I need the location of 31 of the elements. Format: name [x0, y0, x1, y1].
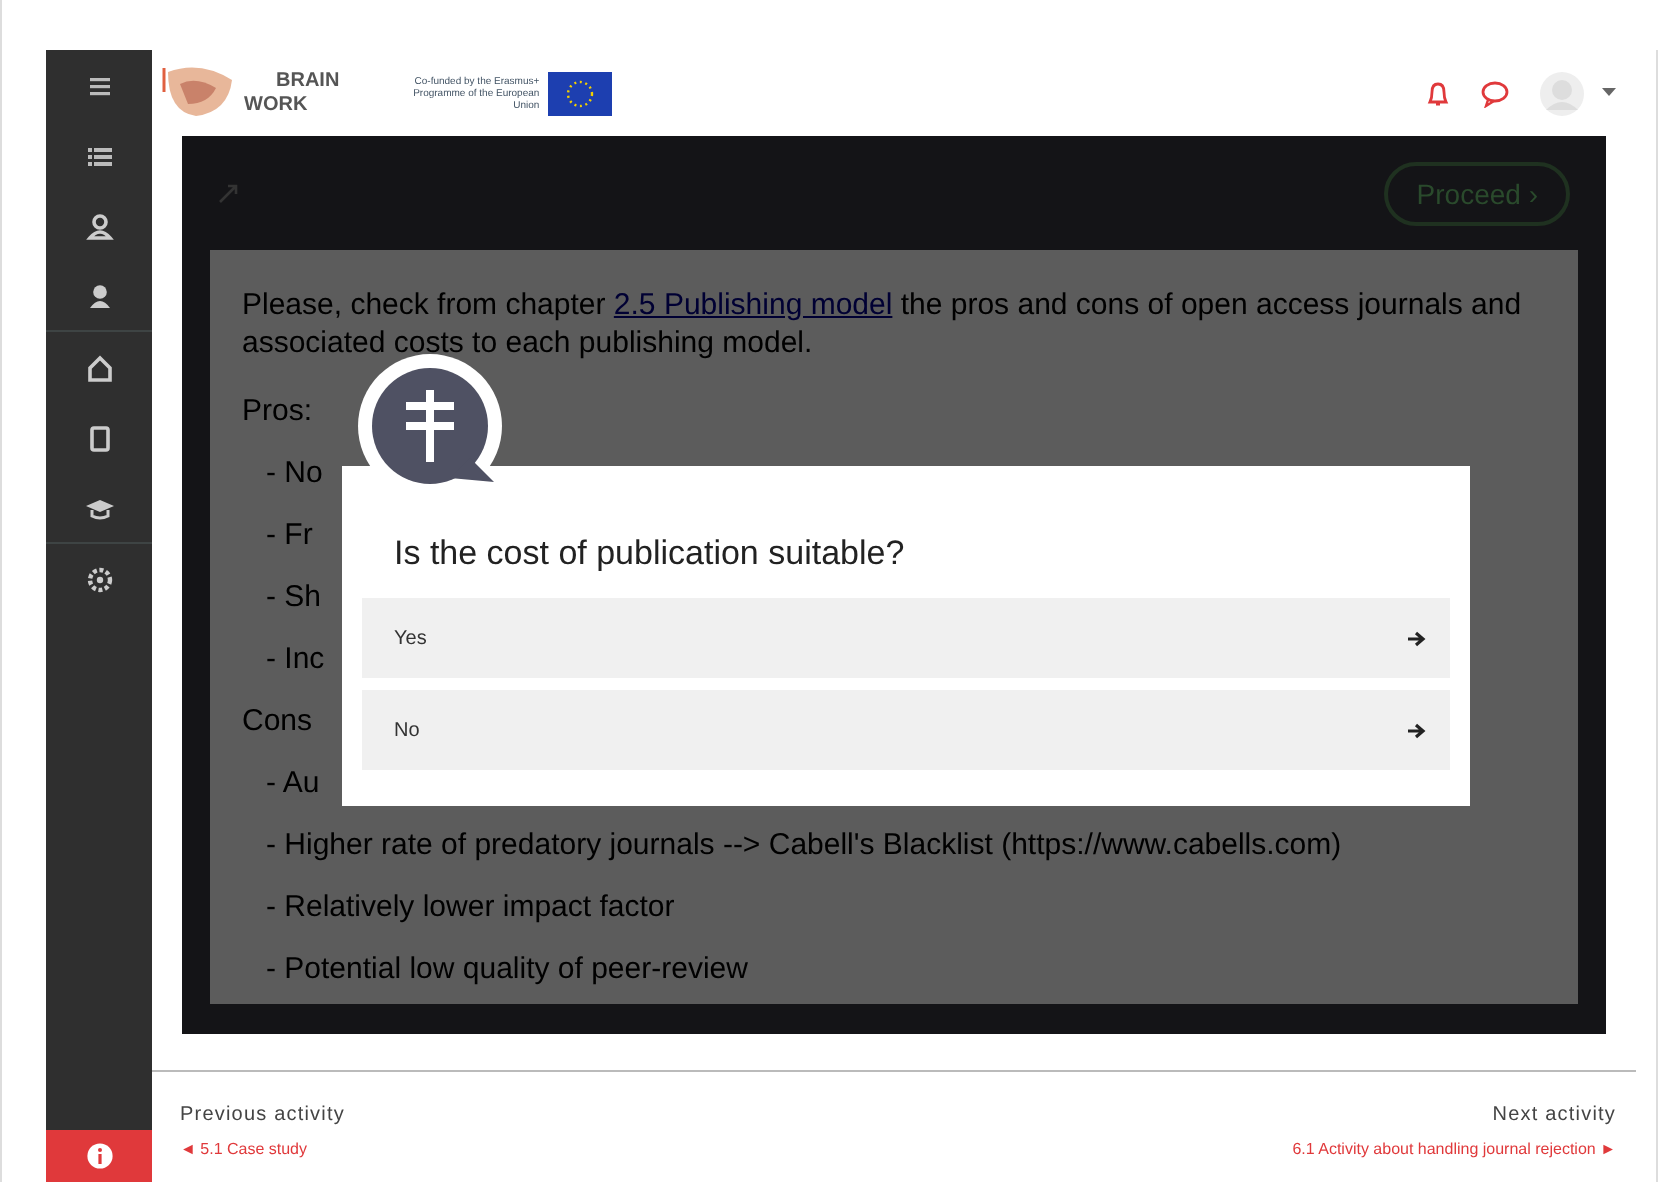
answer-option[interactable]: Yes: [362, 598, 1450, 678]
section-heading: Cons: [242, 704, 313, 738]
home-icon[interactable]: [83, 351, 115, 383]
chapter-link[interactable]: 2.5 Publishing model: [613, 288, 893, 322]
arrow-right-icon: [1408, 721, 1426, 739]
instruction-text: Please, check from chapter 2.5 Publishing model the pros and cons of open access journals and associated costs to each publishing model.: [242, 286, 1524, 362]
next-activity-link[interactable]: 6.1 Activity about handling journal rejection ►: [1292, 1140, 1616, 1158]
caret-icon[interactable]: [1602, 88, 1616, 98]
previous-activity-label: Previous activity: [180, 1104, 345, 1126]
list-item: - No: [266, 456, 323, 490]
eu-flag-icon: [547, 71, 612, 115]
previous-activity-link[interactable]: ◄ 5.1 Case study: [180, 1140, 345, 1158]
bell-icon[interactable]: [1424, 79, 1452, 107]
settings-icon[interactable]: [83, 563, 115, 595]
list-item: - Inc: [266, 642, 325, 676]
list-item: - Fr: [266, 518, 313, 552]
list-item: - Higher rate of predatory journals --> Cabell's Blacklist (https://www.cabells.com): [266, 828, 1342, 862]
list-item: - Potential low quality of peer-review: [266, 952, 748, 986]
answer-option[interactable]: No: [362, 690, 1450, 770]
arrow-right-icon: [1408, 629, 1426, 647]
list-item: - Sh: [266, 580, 322, 614]
list-item: - Au: [266, 766, 320, 800]
chat-icon[interactable]: [1480, 79, 1510, 107]
logo-text: WORK: [244, 93, 310, 117]
logo-text: BRAIN: [274, 69, 340, 93]
question-text: Is the cost of publication suitable?: [394, 534, 905, 574]
next-activity-label: Next activity: [1492, 1104, 1616, 1126]
user-icon[interactable]: [83, 209, 115, 241]
info-icon[interactable]: [85, 1142, 113, 1170]
list-item: - Relatively lower impact factor: [266, 890, 675, 924]
section-heading: Pros:: [242, 394, 313, 428]
